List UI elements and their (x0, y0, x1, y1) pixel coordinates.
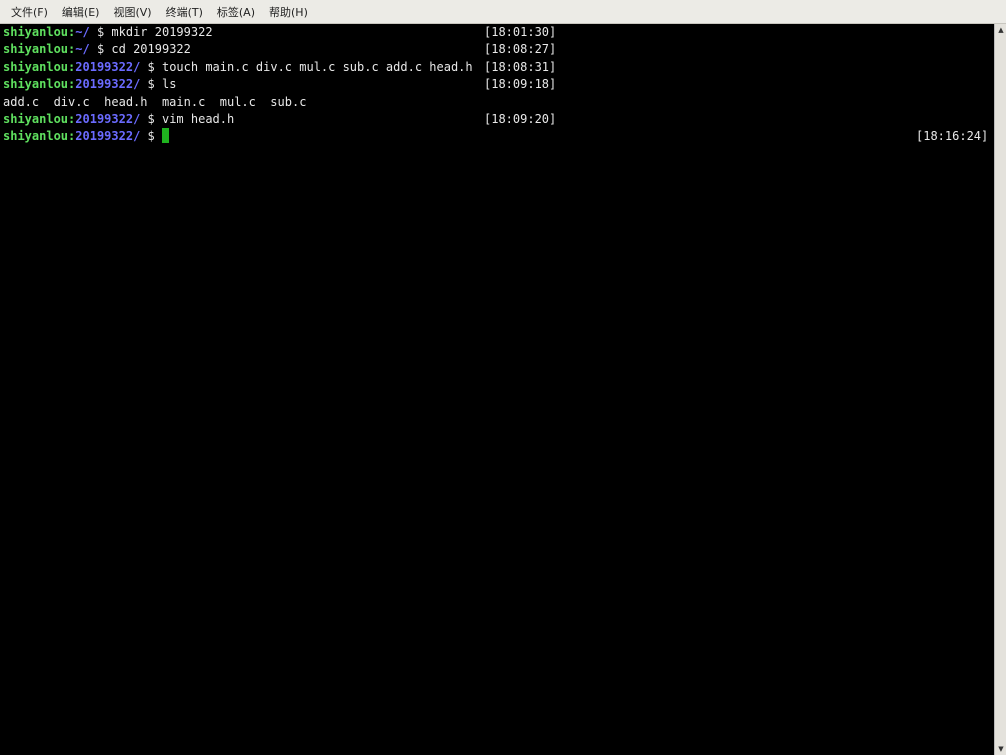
timestamp: [18:09:18] (484, 77, 557, 92)
menu-help[interactable]: 帮助(H) (268, 4, 309, 20)
prompt-path: ~/ (75, 25, 90, 39)
prompt-path: 20199322/ (75, 77, 141, 92)
scroll-down-icon[interactable]: ▼ (995, 743, 1006, 755)
prompt-path: ~/ (75, 42, 90, 57)
menu-file[interactable]: 文件(F) (10, 4, 49, 20)
terminal-line: shiyanlou:20199322/ $ ls (3, 77, 177, 92)
terminal-line: shiyanlou:20199322/ $ touch main.c div.c… (3, 59, 473, 74)
menu-terminal[interactable]: 终端(T) (165, 4, 204, 20)
prompt-path: 20199322/ (75, 129, 141, 144)
timestamp: [18:01:30] (484, 25, 557, 39)
terminal-line: shiyanlou:~/ $ mkdir 20199322 (3, 25, 213, 39)
prompt-user: shiyanlou (3, 25, 69, 39)
terminal-line: shiyanlou:20199322/ $ (3, 128, 169, 145)
terminal-area[interactable]: shiyanlou:~/ $ mkdir 20199322 [18:01:30]… (0, 24, 994, 755)
menu-edit[interactable]: 编辑(E) (61, 4, 101, 20)
command: $ ls (140, 77, 177, 92)
scroll-up-icon[interactable]: ▲ (995, 24, 1006, 36)
terminal-line: shiyanlou:20199322/ $ vim head.h (3, 112, 235, 126)
timestamp: [18:08:27] (484, 42, 557, 57)
prompt-path: 20199322/ (75, 112, 141, 126)
prompt-user: shiyanlou (3, 42, 69, 57)
timestamp: [18:08:31] (484, 59, 557, 74)
timestamp: [18:16:24] (916, 129, 989, 144)
command: $ vim head.h (140, 112, 235, 126)
menu-view[interactable]: 视图(V) (112, 4, 152, 20)
terminal-output: add.c div.c head.h main.c mul.c sub.c (3, 94, 307, 109)
terminal-line: shiyanlou:~/ $ cd 20199322 (3, 42, 191, 57)
prompt-user: shiyanlou (3, 59, 69, 74)
command: $ touch main.c div.c mul.c sub.c add.c h… (140, 59, 473, 74)
scrollbar[interactable]: ▲ ▼ (994, 24, 1006, 755)
command: $ cd 20199322 (89, 42, 191, 57)
cursor (161, 128, 169, 144)
prompt-user: shiyanlou (3, 77, 69, 92)
prompt-user: shiyanlou (3, 112, 69, 126)
timestamp: [18:09:20] (484, 112, 557, 126)
menu-bar: 文件(F) 编辑(E) 视图(V) 终端(T) 标签(A) 帮助(H) (0, 0, 1006, 24)
menu-tabs[interactable]: 标签(A) (216, 4, 256, 20)
prompt-path: 20199322/ (75, 59, 141, 74)
command: $ mkdir 20199322 (89, 25, 213, 39)
command: $ (140, 129, 162, 144)
prompt-user: shiyanlou (3, 129, 69, 144)
